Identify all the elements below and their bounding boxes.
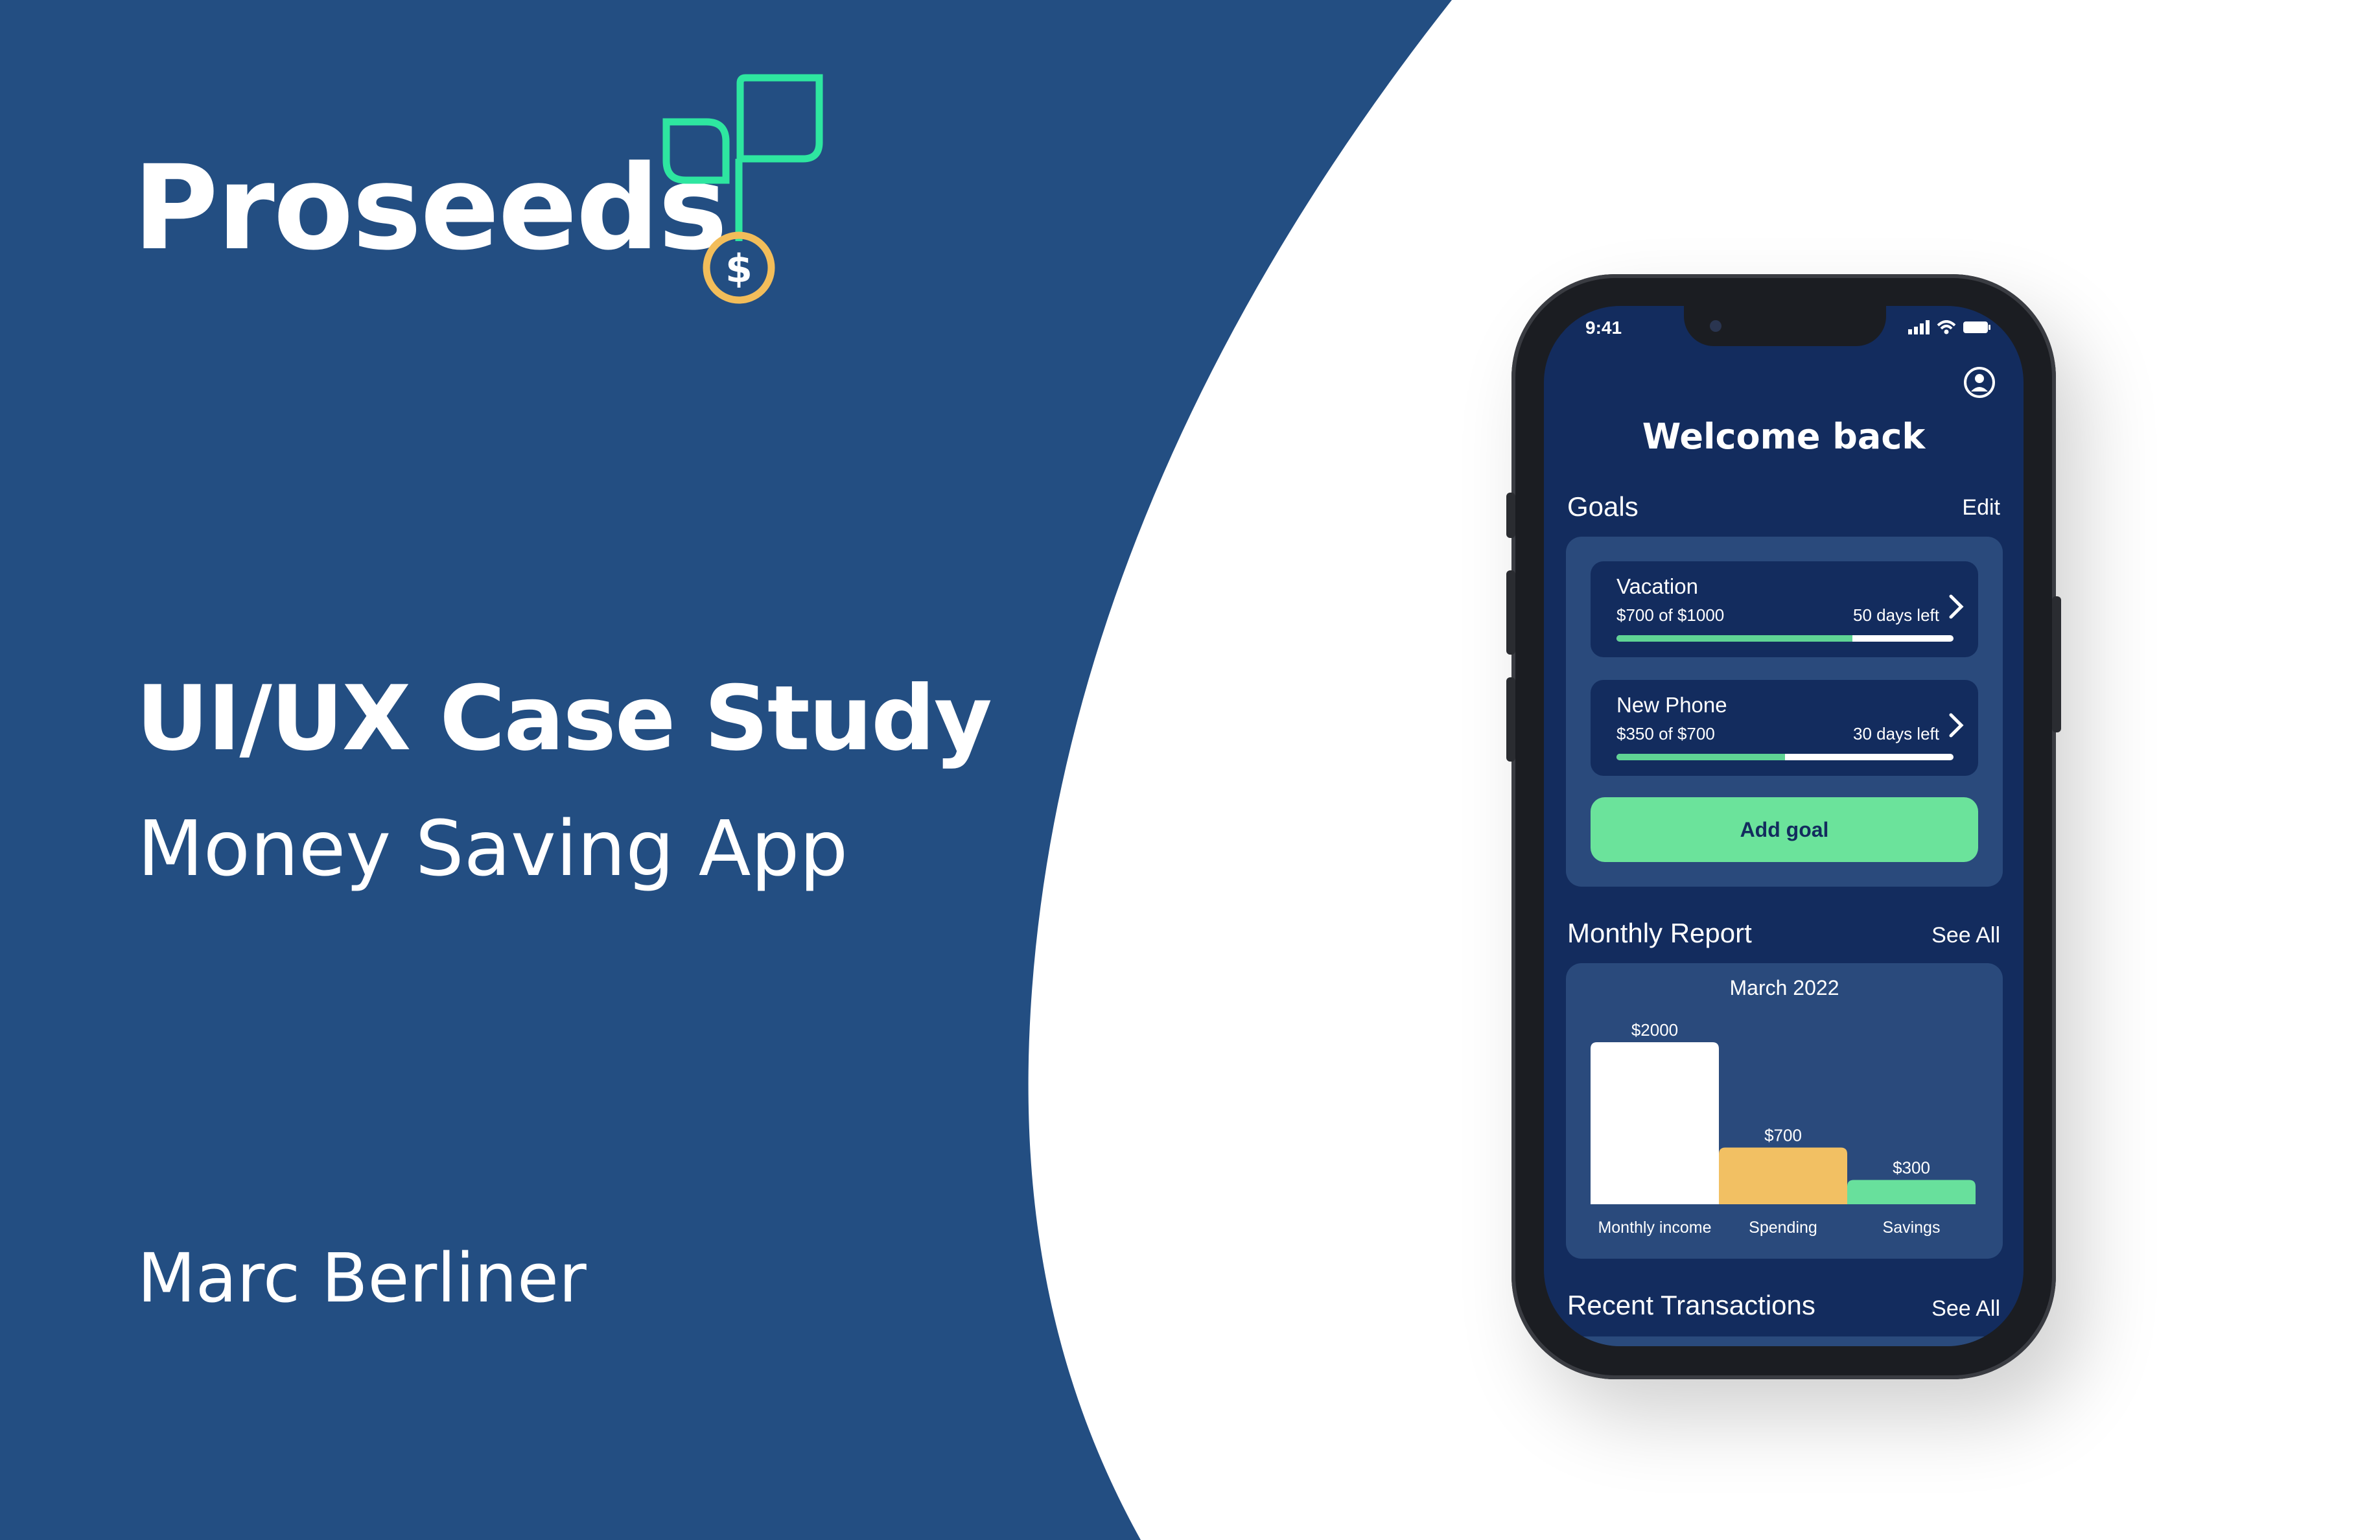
battery-icon bbox=[1963, 321, 1990, 333]
welcome-title: Welcome back bbox=[1642, 416, 1926, 457]
chart-value-label: $2000 bbox=[1631, 1020, 1678, 1040]
notch bbox=[1684, 306, 1886, 346]
author-name: Marc Berliner bbox=[137, 1239, 587, 1318]
goals-title: Goals bbox=[1567, 491, 1639, 522]
recent-transactions-title: Recent Transactions bbox=[1567, 1290, 1815, 1320]
chart-bar-savings bbox=[1847, 1180, 1976, 1204]
goal-amount: $700 of $1000 bbox=[1616, 605, 1725, 625]
svg-text:$: $ bbox=[725, 246, 752, 292]
goal-progress-fill bbox=[1616, 754, 1785, 760]
chevron-right-icon[interactable] bbox=[1944, 592, 1966, 621]
phone-volume-up bbox=[1506, 570, 1515, 655]
transactions-card-edge bbox=[1566, 1336, 2003, 1346]
goal-name: New Phone bbox=[1616, 693, 1727, 717]
goals-card: Vacation $700 of $1000 50 days left New … bbox=[1566, 537, 2003, 887]
goal-amount: $350 of $700 bbox=[1616, 724, 1715, 743]
monthly-report-card: March 2022 $2000 Monthly income $700 Spendi… bbox=[1566, 963, 2003, 1259]
subheading: Money Saving App bbox=[137, 804, 848, 893]
goal-item-new-phone[interactable]: New Phone $350 of $700 30 days left bbox=[1591, 680, 1978, 776]
sprout-coin-logo-icon: $ bbox=[662, 74, 823, 304]
goal-progress-bar bbox=[1616, 754, 1954, 760]
chart-category-label: Monthly income bbox=[1598, 1219, 1711, 1237]
recent-transactions-see-all-link[interactable]: See All bbox=[1931, 1296, 2000, 1322]
chart-value-label: $300 bbox=[1893, 1158, 1930, 1178]
phone-power-button bbox=[2052, 596, 2061, 732]
camera-icon bbox=[1710, 320, 1721, 332]
status-icons bbox=[1908, 320, 1991, 334]
goal-name: Vacation bbox=[1616, 574, 1698, 598]
phone-screen: 9:41 Welcome back Goals Edit Vacation $7… bbox=[1544, 306, 2024, 1346]
brand-name: Proseeds bbox=[133, 141, 728, 276]
goals-edit-link[interactable]: Edit bbox=[1962, 495, 2000, 520]
monthly-report-title: Monthly Report bbox=[1567, 918, 1752, 948]
add-goal-button[interactable]: Add goal bbox=[1591, 797, 1978, 862]
chart-category-label: Spending bbox=[1749, 1219, 1817, 1237]
monthly-report-chart: $2000 Monthly income $700 Spending $300 Savin… bbox=[1591, 1020, 1976, 1237]
chart-value-label: $700 bbox=[1764, 1126, 1802, 1145]
signal-icon bbox=[1908, 320, 1930, 334]
goal-progress-fill bbox=[1616, 635, 1852, 642]
goal-item-vacation[interactable]: Vacation $700 of $1000 50 days left bbox=[1591, 561, 1978, 657]
phone-silent-switch bbox=[1506, 493, 1515, 538]
goal-days-left: 50 days left bbox=[1853, 605, 1939, 625]
chevron-right-icon[interactable] bbox=[1944, 711, 1966, 740]
status-time: 9:41 bbox=[1585, 318, 1622, 338]
wifi-icon bbox=[1937, 320, 1956, 334]
phone-volume-down bbox=[1506, 677, 1515, 762]
chart-bar-spending bbox=[1719, 1147, 1847, 1204]
monthly-report-see-all-link[interactable]: See All bbox=[1931, 923, 2000, 948]
chart-bar-monthly-income bbox=[1591, 1042, 1719, 1204]
goal-progress-bar bbox=[1616, 635, 1954, 642]
profile-icon[interactable] bbox=[1963, 366, 1996, 399]
headline: UI/UX Case Study bbox=[136, 666, 992, 771]
chart-category-label: Savings bbox=[1883, 1219, 1941, 1237]
goal-days-left: 30 days left bbox=[1853, 724, 1939, 743]
